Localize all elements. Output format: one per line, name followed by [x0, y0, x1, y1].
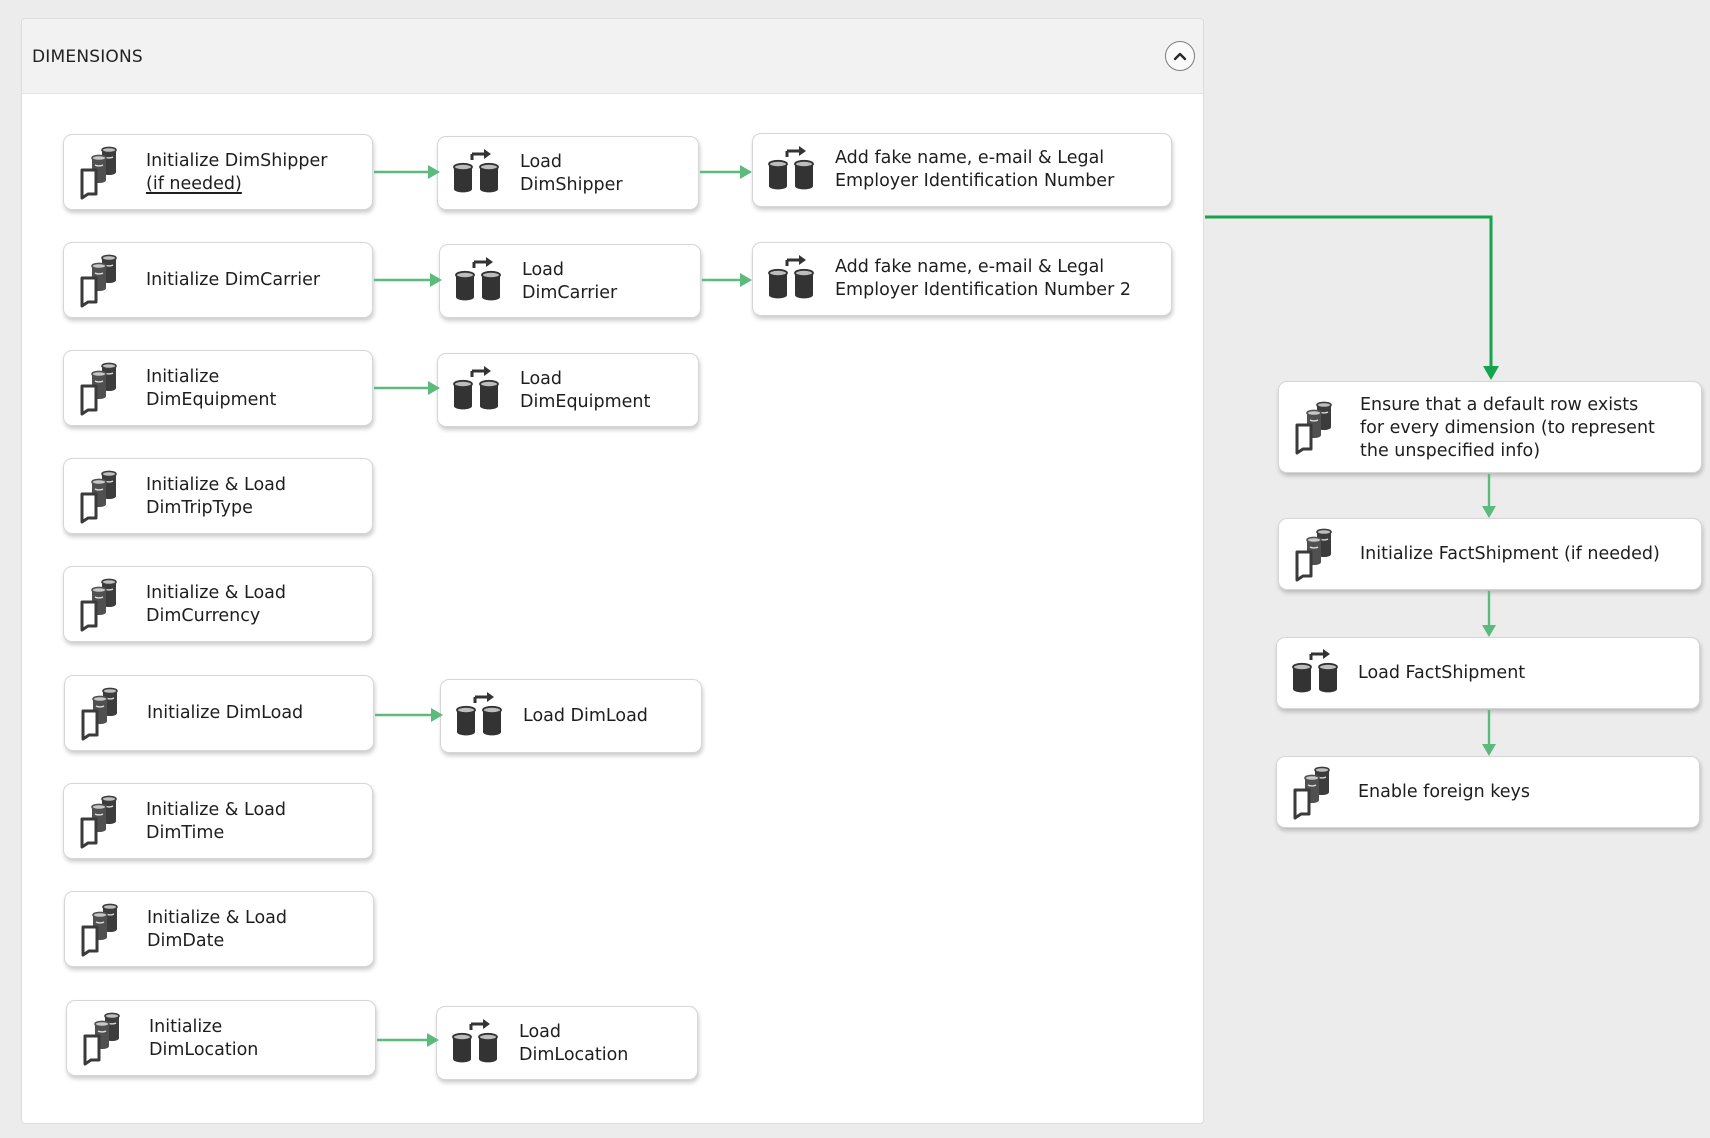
task-label: Initialize & Load DimDate [147, 907, 361, 953]
task-label-line: DimCurrency [146, 606, 261, 626]
task-label-line: DimEquipment [520, 392, 651, 412]
task-load-dimcarrier[interactable]: Load DimCarrier [439, 244, 701, 318]
task-label-line: DimTime [146, 823, 225, 843]
task-label-line: DimShipper [520, 175, 623, 195]
task-initialize-load-dimcurrency[interactable]: Initialize & Load DimCurrency [63, 566, 373, 642]
task-initialize-load-dimtriptype[interactable]: Initialize & Load DimTripType [63, 458, 373, 534]
task-label: Load DimShipper [520, 151, 686, 197]
task-label-line: Initialize & Load [146, 583, 286, 603]
task-label-line: the unspecified info) [1360, 441, 1541, 461]
constraint-arrow[interactable] [1482, 591, 1496, 637]
task-label-line: Employer Identification Number [835, 171, 1115, 191]
execute-sql-icon [1291, 401, 1347, 455]
task-initialize-dimshipper[interactable]: Initialize DimShipper (if needed) [63, 134, 373, 210]
task-label: Initialize DimLoad [147, 703, 304, 723]
task-label: Enable foreign keys [1358, 782, 1530, 802]
constraint-arrow[interactable] [1482, 474, 1496, 518]
task-label-line: DimCarrier [522, 283, 618, 303]
task-label: Add fake name, e-mail & Legal Employer I… [835, 147, 1159, 193]
constraint-container-to-ensure[interactable] [1205, 215, 1499, 380]
task-initialize-dimequipment[interactable]: Initialize DimEquipment [63, 350, 373, 426]
task-label-line: Employer Identification Number 2 [835, 280, 1131, 300]
task-label: Ensure that a default row exists for eve… [1360, 394, 1689, 463]
task-label-line: (if needed) [146, 174, 242, 194]
task-load-dimload[interactable]: Load DimLoad [440, 679, 702, 753]
execute-sql-icon [76, 362, 132, 416]
collapse-button[interactable] [1165, 41, 1195, 71]
task-initialize-dimlocation[interactable]: Initialize DimLocation [66, 1000, 376, 1076]
task-label: Load DimLoad [523, 706, 648, 726]
data-flow-icon [765, 253, 821, 307]
task-label-line: DimLocation [149, 1040, 259, 1060]
execute-sql-icon [76, 254, 132, 308]
task-label: Add fake name, e-mail & Legal Employer I… [835, 256, 1159, 302]
task-label-line: DimTripType [146, 498, 253, 518]
task-ensure-default-row[interactable]: Ensure that a default row exists for eve… [1278, 381, 1702, 473]
data-flow-icon [450, 147, 506, 201]
task-label: Initialize DimCarrier [146, 270, 321, 290]
execute-sql-icon [76, 146, 132, 200]
control-flow-canvas: DIMENSIONS Initialize DimShipper (if nee… [0, 0, 1710, 1138]
task-add-fake-name-1[interactable]: Add fake name, e-mail & Legal Employer I… [752, 133, 1172, 207]
execute-sql-icon [76, 795, 132, 849]
task-label-line: DimLocation [519, 1045, 629, 1065]
data-flow-icon [452, 255, 508, 309]
task-initialize-load-dimtime[interactable]: Initialize & Load DimTime [63, 783, 373, 859]
execute-sql-icon [76, 578, 132, 632]
task-label-line: Initialize DimShipper [146, 151, 328, 171]
execute-sql-icon [76, 470, 132, 524]
chevron-up-icon [1173, 49, 1187, 63]
task-load-dimequipment[interactable]: Load DimEquipment [437, 353, 699, 427]
task-label: Load FactShipment [1358, 663, 1526, 683]
task-label-line: Add fake name, e-mail & Legal [835, 148, 1105, 168]
task-initialize-dimload[interactable]: Initialize DimLoad [64, 675, 374, 751]
task-initialize-factshipment[interactable]: Initialize FactShipment (if needed) [1278, 518, 1702, 590]
task-label: Load DimEquipment [520, 368, 686, 414]
task-initialize-dimcarrier[interactable]: Initialize DimCarrier [63, 242, 373, 318]
task-label: Initialize FactShipment (if needed) [1360, 544, 1660, 564]
data-flow-icon [453, 690, 509, 744]
task-label: Initialize DimLocation [149, 1016, 363, 1062]
execute-sql-icon [77, 903, 133, 957]
task-label-line: Initialize & Load [146, 475, 286, 495]
data-flow-icon [450, 364, 506, 418]
task-label-line: Ensure that a default row exists [1360, 395, 1639, 415]
execute-sql-icon [79, 1012, 135, 1066]
data-flow-icon [1289, 647, 1345, 701]
task-label-line: Initialize & Load [146, 800, 286, 820]
task-load-dimshipper[interactable]: Load DimShipper [437, 136, 699, 210]
task-label-line: Load [519, 1022, 561, 1042]
task-label: Initialize DimEquipment [146, 366, 360, 412]
task-load-dimlocation[interactable]: Load DimLocation [436, 1006, 698, 1080]
data-flow-icon [765, 144, 821, 198]
data-flow-icon [449, 1017, 505, 1071]
constraint-arrow[interactable] [1482, 710, 1496, 756]
task-label-line: Load [520, 152, 562, 172]
task-label-line: Initialize & Load [147, 908, 287, 928]
container-title: DIMENSIONS [32, 47, 143, 67]
task-enable-foreign-keys[interactable]: Enable foreign keys [1276, 756, 1700, 828]
task-label-line: DimEquipment [146, 390, 277, 410]
execute-sql-icon [77, 687, 133, 741]
task-initialize-load-dimdate[interactable]: Initialize & Load DimDate [64, 891, 374, 967]
execute-sql-icon [1291, 528, 1347, 582]
task-label: Load DimCarrier [522, 259, 688, 305]
task-label: Initialize DimShipper (if needed) [146, 150, 360, 196]
task-load-factshipment[interactable]: Load FactShipment [1276, 637, 1700, 709]
execute-sql-icon [1289, 766, 1345, 820]
task-label: Initialize & Load DimTripType [146, 474, 360, 520]
task-label: Initialize & Load DimTime [146, 799, 360, 845]
task-label-line: Add fake name, e-mail & Legal [835, 257, 1105, 277]
task-label-line: Initialize [149, 1017, 223, 1037]
task-label-line: for every dimension (to represent [1360, 418, 1655, 438]
task-label-line: Load [522, 260, 564, 280]
task-add-fake-name-2[interactable]: Add fake name, e-mail & Legal Employer I… [752, 242, 1172, 316]
task-label-line: DimDate [147, 931, 225, 951]
task-label-line: Initialize [146, 367, 220, 387]
task-label: Initialize & Load DimCurrency [146, 582, 360, 628]
container-header: DIMENSIONS [22, 19, 1203, 94]
task-label: Load DimLocation [519, 1021, 685, 1067]
task-label-line: Load [520, 369, 562, 389]
